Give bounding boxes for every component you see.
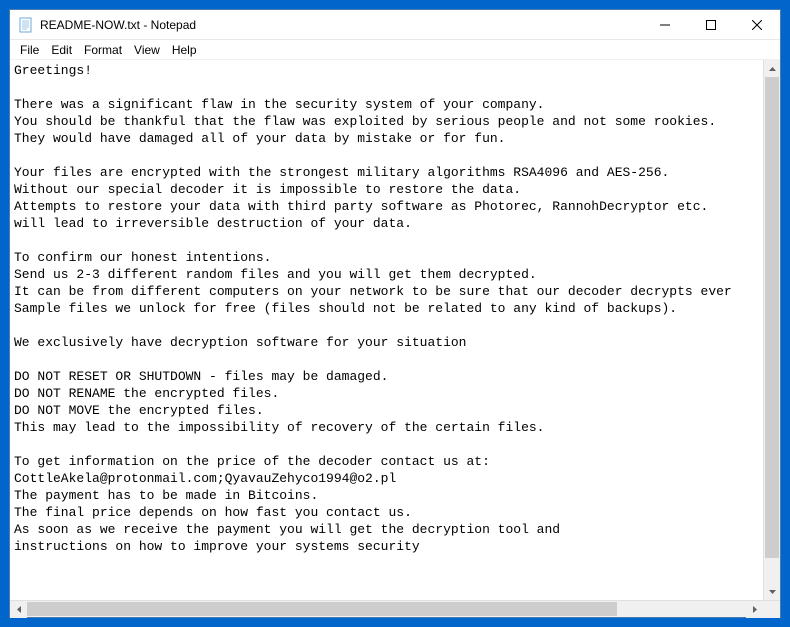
minimize-button[interactable]	[642, 10, 688, 39]
window-title: README-NOW.txt - Notepad	[40, 18, 642, 32]
scroll-down-button[interactable]	[764, 583, 780, 600]
scroll-thumb-vertical[interactable]	[765, 77, 779, 558]
scroll-up-button[interactable]	[764, 60, 780, 77]
content-wrapper: Greetings! There was a significant flaw …	[10, 60, 780, 600]
scroll-thumb-horizontal[interactable]	[27, 602, 617, 616]
scroll-left-button[interactable]	[10, 601, 27, 618]
scroll-track-horizontal[interactable]	[27, 601, 746, 617]
menu-edit[interactable]: Edit	[45, 41, 78, 59]
close-button[interactable]	[734, 10, 780, 39]
maximize-button[interactable]	[688, 10, 734, 39]
horizontal-scrollbar-wrapper	[10, 600, 780, 617]
menu-help[interactable]: Help	[166, 41, 203, 59]
text-area[interactable]: Greetings! There was a significant flaw …	[10, 60, 763, 600]
notepad-window: README-NOW.txt - Notepad File Edit Forma…	[9, 9, 781, 618]
scroll-right-button[interactable]	[746, 601, 763, 618]
horizontal-scrollbar[interactable]	[10, 601, 763, 617]
menubar: File Edit Format View Help	[10, 40, 780, 60]
vertical-scrollbar[interactable]	[763, 60, 780, 600]
window-controls	[642, 10, 780, 39]
menu-format[interactable]: Format	[78, 41, 128, 59]
menu-view[interactable]: View	[128, 41, 166, 59]
scroll-corner	[763, 601, 780, 618]
scroll-track-vertical[interactable]	[764, 77, 780, 583]
notepad-icon	[18, 17, 34, 33]
titlebar[interactable]: README-NOW.txt - Notepad	[10, 10, 780, 40]
menu-file[interactable]: File	[14, 41, 45, 59]
